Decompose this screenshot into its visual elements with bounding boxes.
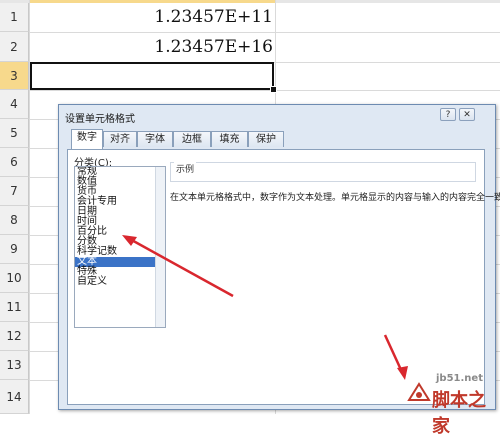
dialog-title: 设置单元格格式 — [65, 114, 135, 125]
format-cells-dialog: 设置单元格格式 ? ✕ 数字 对齐 字体 边框 填充 保护 分类(C): 常规 … — [58, 104, 500, 410]
row-header-3[interactable]: 3 — [0, 62, 29, 90]
row-header-7[interactable]: 7 — [0, 177, 29, 206]
row-header-1[interactable]: 1 — [0, 3, 29, 32]
sample-box: 示例 — [170, 162, 476, 182]
row-header-2[interactable]: 2 — [0, 32, 29, 62]
cell-a1[interactable]: 1.23457E+11 — [30, 7, 273, 27]
category-list[interactable]: 常规 数值 货币 会计专用 日期 时间 百分比 分数 科学记数 文本 特殊 自定… — [74, 166, 166, 328]
tab-alignment[interactable]: 对齐 — [103, 131, 137, 147]
watermark-brand: 脚本之家 — [432, 390, 486, 437]
row-header-9[interactable]: 9 — [0, 235, 29, 264]
number-tab-panel: 分类(C): 常规 数值 货币 会计专用 日期 时间 百分比 分数 科学记数 文… — [67, 149, 500, 405]
tab-font[interactable]: 字体 — [137, 131, 173, 147]
category-list-scrollbar[interactable] — [155, 167, 165, 327]
text-format-description: 在文本单元格格式中，数字作为文本处理。单元格显示的内容与输入的内容完全一致。 — [170, 193, 500, 203]
row-divider — [29, 90, 500, 91]
row-divider — [29, 32, 500, 33]
sample-label: 示例 — [174, 162, 197, 175]
tab-border[interactable]: 边框 — [173, 131, 211, 147]
help-button[interactable]: ? — [440, 108, 456, 121]
tab-protection[interactable]: 保护 — [248, 131, 284, 147]
close-button[interactable]: ✕ — [459, 108, 475, 121]
row-header-13[interactable]: 13 — [0, 351, 29, 380]
row-header-6[interactable]: 6 — [0, 148, 29, 177]
row-header-12[interactable]: 12 — [0, 322, 29, 351]
row-header-11[interactable]: 11 — [0, 293, 29, 322]
row-header-5[interactable]: 5 — [0, 119, 29, 148]
row-header-10[interactable]: 10 — [0, 264, 29, 293]
tab-fill[interactable]: 填充 — [211, 131, 248, 147]
cell-a2[interactable]: 1.23457E+16 — [30, 37, 273, 57]
row-header-14[interactable]: 14 — [0, 380, 29, 414]
fill-handle[interactable] — [270, 86, 277, 93]
column-header-selected[interactable] — [30, 0, 275, 3]
watermark-url: jb51.net — [436, 373, 483, 384]
row-header-4[interactable]: 4 — [0, 90, 29, 119]
watermark-logo-icon — [407, 382, 431, 401]
active-cell-a3[interactable] — [30, 62, 274, 90]
tab-number[interactable]: 数字 — [71, 129, 103, 149]
category-item-custom[interactable]: 自定义 — [75, 277, 165, 287]
row-header-8[interactable]: 8 — [0, 206, 29, 235]
